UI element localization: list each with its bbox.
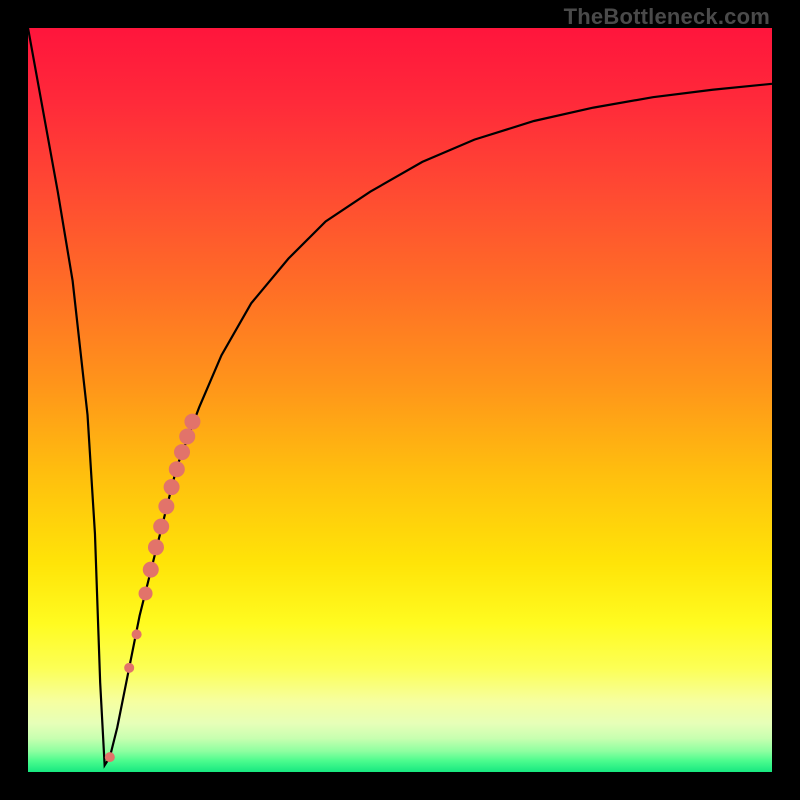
curve-markers	[105, 414, 201, 763]
marker-point	[174, 444, 190, 460]
marker-point	[153, 518, 169, 534]
marker-point	[143, 562, 159, 578]
curve-layer	[28, 28, 772, 772]
marker-point	[124, 663, 134, 673]
bottleneck-curve	[28, 28, 772, 765]
marker-point	[148, 539, 164, 555]
marker-point	[169, 461, 185, 477]
marker-point	[164, 479, 180, 495]
marker-point	[132, 629, 142, 639]
marker-point	[139, 586, 153, 600]
marker-point	[179, 428, 195, 444]
marker-point	[158, 498, 174, 514]
marker-point	[184, 414, 200, 430]
chart-frame: TheBottleneck.com	[0, 0, 800, 800]
marker-point	[105, 752, 115, 762]
plot-area	[28, 28, 772, 772]
watermark-text: TheBottleneck.com	[564, 4, 770, 30]
